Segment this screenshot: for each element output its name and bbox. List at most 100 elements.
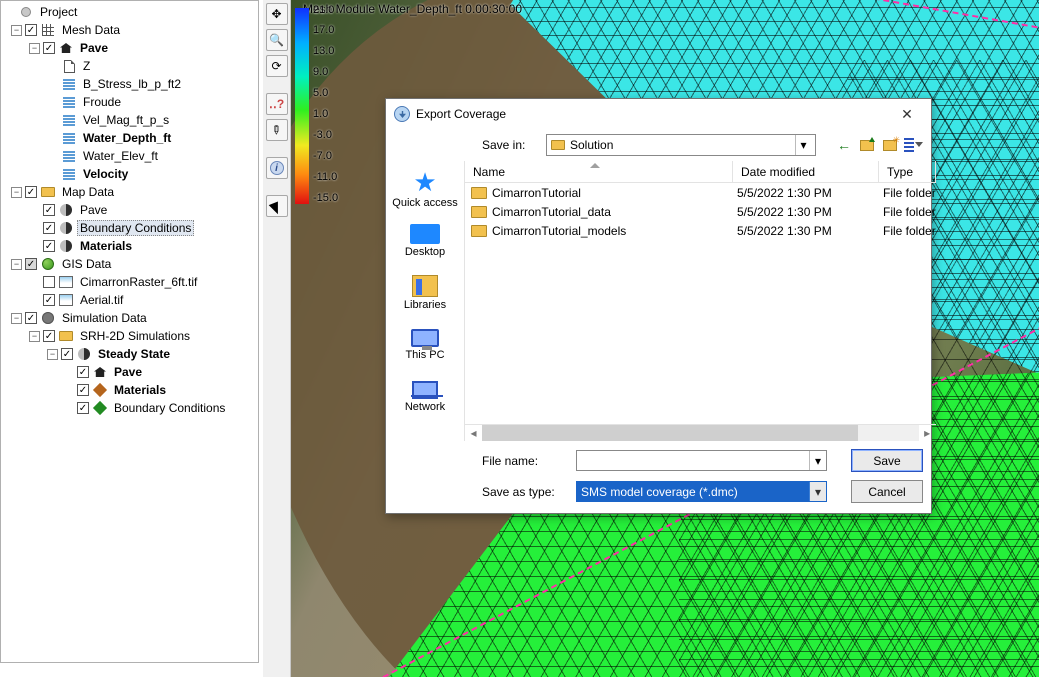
checkbox[interactable]: ✓	[43, 222, 55, 234]
file-list[interactable]: CimarronTutorial 5/5/2022 1:30 PM File f…	[465, 183, 936, 424]
tree-sim-materials[interactable]: Materials	[111, 382, 169, 398]
place-network[interactable]: Network	[386, 373, 464, 421]
rotate-tool-button[interactable]: ⟳	[266, 55, 288, 77]
filename-input[interactable]: ▾	[576, 450, 827, 471]
mesh-icon	[40, 23, 56, 37]
legend-tick: 21.0	[313, 4, 334, 16]
tree-sim-data[interactable]: Simulation Data	[59, 310, 150, 326]
close-button[interactable]: ✕	[889, 102, 925, 126]
select-tool-button[interactable]	[266, 195, 288, 217]
map-icon	[40, 185, 56, 199]
tree-pave[interactable]: Pave	[77, 40, 111, 56]
checkbox[interactable]: ✓	[77, 366, 89, 378]
view-menu-button[interactable]	[903, 135, 923, 155]
house-icon	[92, 365, 108, 379]
save-button[interactable]: Save	[851, 449, 923, 472]
checkbox[interactable]	[43, 276, 55, 288]
tree-froude[interactable]: Froude	[80, 94, 124, 110]
tree-raster[interactable]: CimarronRaster_6ft.tif	[77, 274, 200, 290]
new-folder-button[interactable]	[880, 135, 900, 155]
save-in-value: Solution	[570, 138, 613, 152]
tree-aerial[interactable]: Aerial.tif	[77, 292, 126, 308]
dialog-titlebar[interactable]: Export Coverage ✕	[386, 99, 931, 129]
chevron-down-icon[interactable]: ▾	[809, 451, 826, 470]
coverage-icon	[58, 221, 74, 235]
raster-icon	[58, 293, 74, 307]
tree-srh[interactable]: SRH-2D Simulations	[77, 328, 193, 344]
tree-bconds[interactable]: Boundary Conditions	[77, 220, 194, 236]
checkbox[interactable]: ✓	[61, 348, 73, 360]
toggle-icon[interactable]: −	[47, 349, 58, 360]
house-icon	[58, 41, 74, 55]
tree-welev[interactable]: Water_Elev_ft	[80, 148, 161, 164]
checkbox[interactable]: ✓	[77, 384, 89, 396]
back-button[interactable]: ←	[834, 135, 854, 155]
column-name[interactable]: Name	[465, 161, 733, 182]
folder-icon	[471, 225, 487, 237]
tree-velocity[interactable]: Velocity	[80, 166, 131, 182]
dataset-icon	[61, 113, 77, 127]
checkbox[interactable]: ✓	[43, 42, 55, 54]
checkbox[interactable]: ✓	[43, 294, 55, 306]
file-row[interactable]: CimarronTutorial_data 5/5/2022 1:30 PM F…	[465, 202, 936, 221]
tree-z[interactable]: Z	[80, 58, 93, 74]
info-tool-button[interactable]: i	[266, 157, 288, 179]
file-row[interactable]: CimarronTutorial 5/5/2022 1:30 PM File f…	[465, 183, 936, 202]
measure-tool-button[interactable]: ✎	[266, 119, 288, 141]
pan-tool-button[interactable]: ✥	[266, 3, 288, 25]
dataset-icon	[61, 149, 77, 163]
checkbox[interactable]: ✓	[25, 24, 37, 36]
horizontal-scrollbar[interactable]: ◂ ▸	[465, 424, 936, 441]
checkbox[interactable]: ✓	[25, 312, 37, 324]
tree-gis-data[interactable]: GIS Data	[59, 256, 114, 272]
toggle-icon[interactable]: −	[11, 313, 22, 324]
tree-mesh-data[interactable]: Mesh Data	[59, 22, 123, 38]
tree-map-pave[interactable]: Pave	[77, 202, 110, 218]
tree-wdepth[interactable]: Water_Depth_ft	[80, 130, 174, 146]
tree-materials[interactable]: Materials	[77, 238, 135, 254]
chevron-down-icon[interactable]: ▾	[795, 135, 811, 155]
chevron-down-icon[interactable]: ▾	[809, 482, 826, 501]
toggle-icon[interactable]: −	[11, 187, 22, 198]
coverage-icon	[58, 203, 74, 217]
tree-project[interactable]: Project	[37, 4, 80, 20]
column-date[interactable]: Date modified	[733, 161, 879, 182]
query-tool-button[interactable]: ‥?	[266, 93, 288, 115]
saveas-type-dropdown[interactable]: SMS model coverage (*.dmc)▾	[576, 481, 827, 502]
toggle-icon[interactable]: −	[11, 25, 22, 36]
tree-sim-bconds[interactable]: Boundary Conditions	[111, 400, 228, 416]
checkbox[interactable]: ✓	[77, 402, 89, 414]
cancel-button[interactable]: Cancel	[851, 480, 923, 503]
checkbox[interactable]: ✓	[43, 240, 55, 252]
column-type[interactable]: Type	[879, 161, 936, 182]
dataset-icon	[61, 131, 77, 145]
checkbox[interactable]: ✓	[25, 258, 37, 270]
tree-velmag[interactable]: Vel_Mag_ft_p_s	[80, 112, 172, 128]
place-quick-access[interactable]: ★Quick access	[386, 165, 464, 213]
scroll-right-icon[interactable]: ▸	[919, 425, 936, 441]
legend-tick: -15.0	[313, 192, 338, 204]
file-row[interactable]: CimarronTutorial_models 5/5/2022 1:30 PM…	[465, 221, 936, 240]
toggle-icon[interactable]: −	[11, 259, 22, 270]
dialog-title: Export Coverage	[416, 107, 889, 121]
tree-steady[interactable]: Steady State	[95, 346, 173, 362]
toggle-icon[interactable]: −	[29, 43, 40, 54]
scroll-thumb[interactable]	[482, 425, 858, 441]
checkbox[interactable]: ✓	[25, 186, 37, 198]
toggle-icon[interactable]: −	[29, 331, 40, 342]
checkbox[interactable]: ✓	[43, 204, 55, 216]
tree-sim-pave[interactable]: Pave	[111, 364, 145, 380]
bc-icon	[92, 401, 108, 415]
tree-bstress[interactable]: B_Stress_lb_p_ft2	[80, 76, 184, 92]
zoom-tool-button[interactable]: 🔍	[266, 29, 288, 51]
export-coverage-dialog: Export Coverage ✕ Save in: Solution ▾ ← …	[385, 98, 932, 514]
place-desktop[interactable]: Desktop	[386, 217, 464, 265]
place-libraries[interactable]: Libraries	[386, 269, 464, 317]
tree-map-data[interactable]: Map Data	[59, 184, 117, 200]
scroll-left-icon[interactable]: ◂	[465, 425, 482, 441]
checkbox[interactable]: ✓	[43, 330, 55, 342]
save-in-dropdown[interactable]: Solution ▾	[546, 134, 816, 156]
up-folder-button[interactable]	[857, 135, 877, 155]
place-this-pc[interactable]: This PC	[386, 321, 464, 369]
materials-icon	[92, 383, 108, 397]
